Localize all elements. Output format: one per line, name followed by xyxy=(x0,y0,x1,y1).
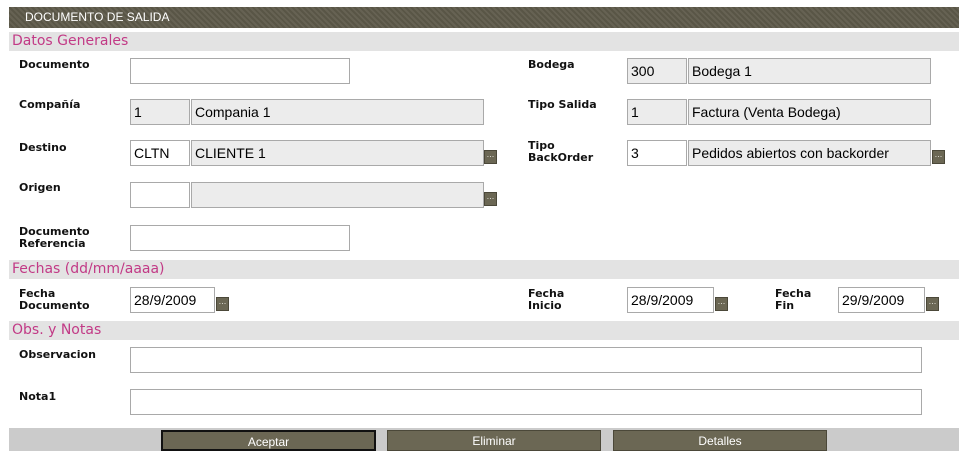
fecha-documento-input[interactable]: 28/9/2009 xyxy=(130,287,215,313)
fecha-inicio-input[interactable]: 28/9/2009 xyxy=(627,287,714,313)
tipo-salida-code-field: 1 xyxy=(627,99,687,125)
bodega-label: Bodega xyxy=(528,58,575,71)
tipo-salida-label: Tipo Salida xyxy=(528,98,597,111)
destino-lookup-button[interactable]: ... xyxy=(484,150,497,164)
fecha-documento-calendar-button[interactable]: ... xyxy=(216,297,229,311)
origen-lookup-button[interactable]: ... xyxy=(484,192,497,206)
origen-label: Origen xyxy=(19,181,61,194)
aceptar-button[interactable]: Aceptar xyxy=(161,430,376,451)
bodega-name-field: Bodega 1 xyxy=(688,58,931,84)
observacion-label: Observacion xyxy=(19,348,96,361)
destino-label: Destino xyxy=(19,141,67,154)
tipo-backorder-code-input[interactable]: 3 xyxy=(627,140,687,166)
origen-name-field xyxy=(191,182,484,208)
section-fechas: Fechas (dd/mm/aaaa) xyxy=(9,260,959,279)
documento-input[interactable] xyxy=(130,58,350,84)
window-title: DOCUMENTO DE SALIDA xyxy=(9,7,959,28)
fecha-fin-calendar-button[interactable]: ... xyxy=(926,297,939,311)
destino-code-input[interactable]: CLTN xyxy=(130,140,190,166)
section-datos-generales: Datos Generales xyxy=(9,32,959,51)
detalles-button[interactable]: Detalles xyxy=(613,430,827,451)
tipo-backorder-name-field: Pedidos abiertos con backorder xyxy=(688,140,931,166)
tipo-backorder-label-line2: BackOrder xyxy=(528,151,594,164)
fecha-inicio-calendar-button[interactable]: ... xyxy=(715,297,728,311)
fecha-fin-input[interactable]: 29/9/2009 xyxy=(838,287,925,313)
tipo-backorder-lookup-button[interactable]: ... xyxy=(932,150,945,164)
destino-name-field: CLIENTE 1 xyxy=(191,140,484,166)
doc-referencia-label-line2: Referencia xyxy=(19,237,86,250)
fecha-documento-label-line2: Documento xyxy=(19,299,90,312)
section-obs-notas: Obs. y Notas xyxy=(9,321,959,340)
fecha-fin-label-line2: Fin xyxy=(775,299,795,312)
compania-label: Compañía xyxy=(19,98,81,111)
nota1-label: Nota1 xyxy=(19,390,57,403)
doc-referencia-input[interactable] xyxy=(130,225,350,251)
eliminar-button[interactable]: Eliminar xyxy=(387,430,601,451)
bodega-code-field: 300 xyxy=(627,58,687,84)
documento-label: Documento xyxy=(19,58,90,71)
origen-code-input[interactable] xyxy=(130,182,190,208)
fecha-inicio-label-line2: Inicio xyxy=(528,299,562,312)
compania-name-field: Compania 1 xyxy=(191,99,484,125)
observacion-input[interactable] xyxy=(130,347,922,373)
nota1-input[interactable] xyxy=(130,389,922,415)
compania-code-field: 1 xyxy=(130,99,190,125)
tipo-salida-name-field: Factura (Venta Bodega) xyxy=(688,99,931,125)
